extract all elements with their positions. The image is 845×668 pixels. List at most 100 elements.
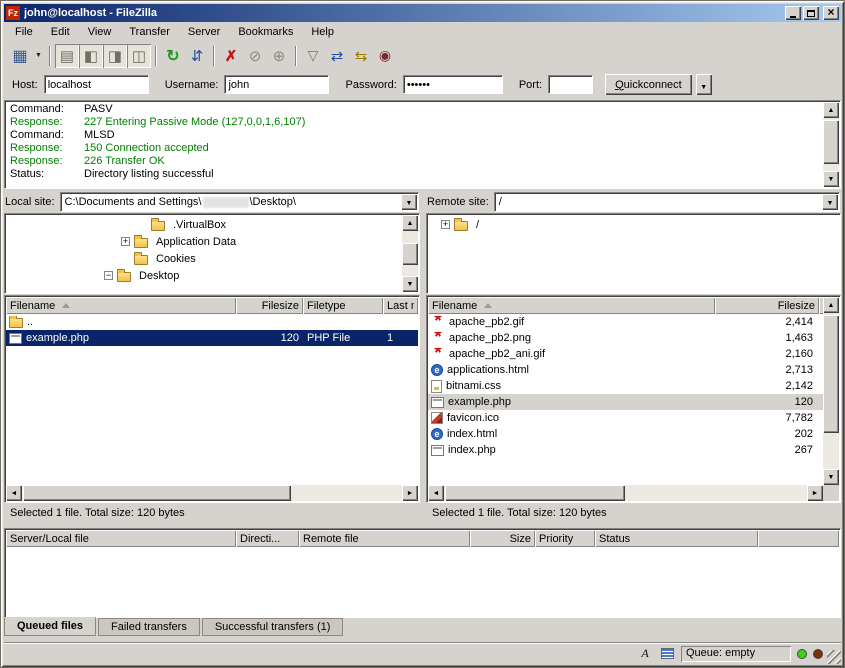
scrollbar-thumb[interactable] <box>823 315 839 433</box>
column-header[interactable]: Filename <box>6 297 236 314</box>
quickconnect-button[interactable]: Quickconnect <box>605 74 692 95</box>
local-list-horizontal-scrollbar[interactable] <box>6 485 418 501</box>
menu-item[interactable]: Bookmarks <box>229 24 302 40</box>
log-vertical-scrollbar[interactable] <box>823 102 839 187</box>
site-manager-dropdown-icon[interactable] <box>32 44 45 68</box>
directory-listing-filters-icon[interactable] <box>301 44 325 68</box>
file-row[interactable]: index.php 267 <box>428 442 823 458</box>
port-input[interactable] <box>548 75 593 94</box>
process-queue-icon[interactable] <box>185 44 209 68</box>
combo-dropdown-button[interactable] <box>822 194 838 210</box>
file-row[interactable]: applications.html 2,713 <box>428 362 823 378</box>
column-header-label: Filesize <box>778 300 815 312</box>
combo-dropdown-button[interactable] <box>401 194 417 210</box>
minimize-button[interactable] <box>785 6 801 20</box>
quickconnect-dropdown-button[interactable] <box>696 74 712 95</box>
tree-item[interactable]: .VirtualBox <box>5 216 419 233</box>
toggle-transfer-queue-icon[interactable] <box>127 44 151 68</box>
synchronized-browsing-icon[interactable] <box>349 44 373 68</box>
scroll-down-icon[interactable] <box>823 469 839 485</box>
toggle-local-tree-icon[interactable] <box>79 44 103 68</box>
local-tree-vertical-scrollbar[interactable] <box>402 215 418 292</box>
scroll-right-icon[interactable] <box>402 485 418 501</box>
local-site-combobox[interactable]: C:\Documents and Settings\\Desktop\ <box>60 192 419 212</box>
file-row[interactable]: apache_pb2.gif 2,414 <box>428 314 823 330</box>
file-row[interactable]: favicon.ico 7,782 <box>428 410 823 426</box>
menu-item[interactable]: Transfer <box>120 24 179 40</box>
scroll-up-icon[interactable] <box>823 297 839 313</box>
column-header[interactable]: Last modified <box>383 297 418 314</box>
directory-comparison-icon[interactable] <box>325 44 349 68</box>
remote-site-combobox[interactable]: / <box>494 192 840 212</box>
column-header[interactable]: Directi... <box>236 530 299 547</box>
maximize-button[interactable] <box>803 6 819 20</box>
title-bar[interactable]: Fz john@localhost - FileZilla <box>4 4 841 22</box>
toggle-message-log-icon[interactable] <box>55 44 79 68</box>
remote-list-horizontal-scrollbar[interactable] <box>428 485 823 501</box>
tree-item[interactable]: + / <box>427 216 840 233</box>
encryption-indicator-icon <box>659 646 675 661</box>
column-header[interactable]: Status <box>595 530 758 547</box>
reconnect-icon[interactable] <box>267 44 291 68</box>
column-header[interactable]: Filetype <box>303 297 383 314</box>
toggle-remote-tree-icon[interactable] <box>103 44 127 68</box>
scroll-right-icon[interactable] <box>807 485 823 501</box>
file-row[interactable]: apache_pb2.png 1,463 <box>428 330 823 346</box>
column-header[interactable]: Server/Local file <box>6 530 236 547</box>
tree-item[interactable]: − Desktop <box>5 267 419 284</box>
resize-grip[interactable] <box>827 650 841 664</box>
close-button[interactable] <box>823 6 839 20</box>
tree-item[interactable]: + Application Data <box>5 233 419 250</box>
file-icon <box>9 318 23 328</box>
menu-item[interactable]: Edit <box>42 24 79 40</box>
remote-list-vertical-scrollbar[interactable] <box>823 297 839 485</box>
menu-item[interactable]: File <box>6 24 42 40</box>
host-input[interactable] <box>44 75 149 94</box>
disconnect-icon[interactable] <box>243 44 267 68</box>
queue-tab[interactable]: Failed transfers <box>98 618 200 636</box>
scrollbar-thumb[interactable] <box>23 485 291 501</box>
tree-expander[interactable]: + <box>441 220 450 229</box>
scrollbar-thumb[interactable] <box>823 120 839 164</box>
scrollbar-thumb[interactable] <box>402 243 418 265</box>
tree-item[interactable]: Cookies <box>5 250 419 267</box>
scroll-up-icon[interactable] <box>402 215 418 231</box>
column-header[interactable]: Filesize <box>236 297 303 314</box>
queue-tab[interactable]: Successful transfers (1) <box>202 618 344 636</box>
password-input[interactable] <box>403 75 503 94</box>
filezilla-window: Fz john@localhost - FileZilla FileEditVi… <box>0 0 845 668</box>
file-row[interactable]: example.php 120 PHP File 1 <box>6 330 418 346</box>
scroll-left-icon[interactable] <box>428 485 444 501</box>
queue-tab[interactable]: Queued files <box>4 617 96 636</box>
refresh-icon[interactable] <box>161 44 185 68</box>
tree-expander[interactable]: − <box>104 271 113 280</box>
column-header[interactable]: Size <box>470 530 535 547</box>
scroll-up-icon[interactable] <box>823 102 839 118</box>
menu-item[interactable]: View <box>79 24 121 40</box>
file-icon <box>431 332 445 345</box>
column-header-label: Status <box>599 533 630 545</box>
transfer-queue-list[interactable] <box>6 547 839 616</box>
menu-item[interactable]: Help <box>302 24 343 40</box>
menu-item[interactable]: Server <box>179 24 229 40</box>
file-row[interactable]: example.php 120 <box>428 394 823 410</box>
column-header[interactable]: Priority <box>535 530 595 547</box>
file-row[interactable]: bitnami.css 2,142 <box>428 378 823 394</box>
cancel-icon[interactable] <box>219 44 243 68</box>
column-header[interactable]: Filename <box>428 297 715 314</box>
file-size: 7,782 <box>715 412 819 424</box>
file-row[interactable]: apache_pb2_ani.gif 2,160 <box>428 346 823 362</box>
site-manager-icon[interactable] <box>8 44 32 68</box>
column-header[interactable]: Remote file <box>299 530 470 547</box>
scroll-down-icon[interactable] <box>823 171 839 187</box>
file-row[interactable]: index.html 202 <box>428 426 823 442</box>
file-row[interactable]: .. <box>6 314 418 330</box>
username-input[interactable] <box>224 75 329 94</box>
find-files-icon[interactable] <box>373 44 397 68</box>
scroll-left-icon[interactable] <box>6 485 22 501</box>
scrollbar-thumb[interactable] <box>445 485 625 501</box>
tree-expander[interactable]: + <box>121 237 130 246</box>
column-header[interactable]: Filesize <box>715 297 819 314</box>
folder-icon <box>117 272 131 282</box>
scroll-down-icon[interactable] <box>402 276 418 292</box>
